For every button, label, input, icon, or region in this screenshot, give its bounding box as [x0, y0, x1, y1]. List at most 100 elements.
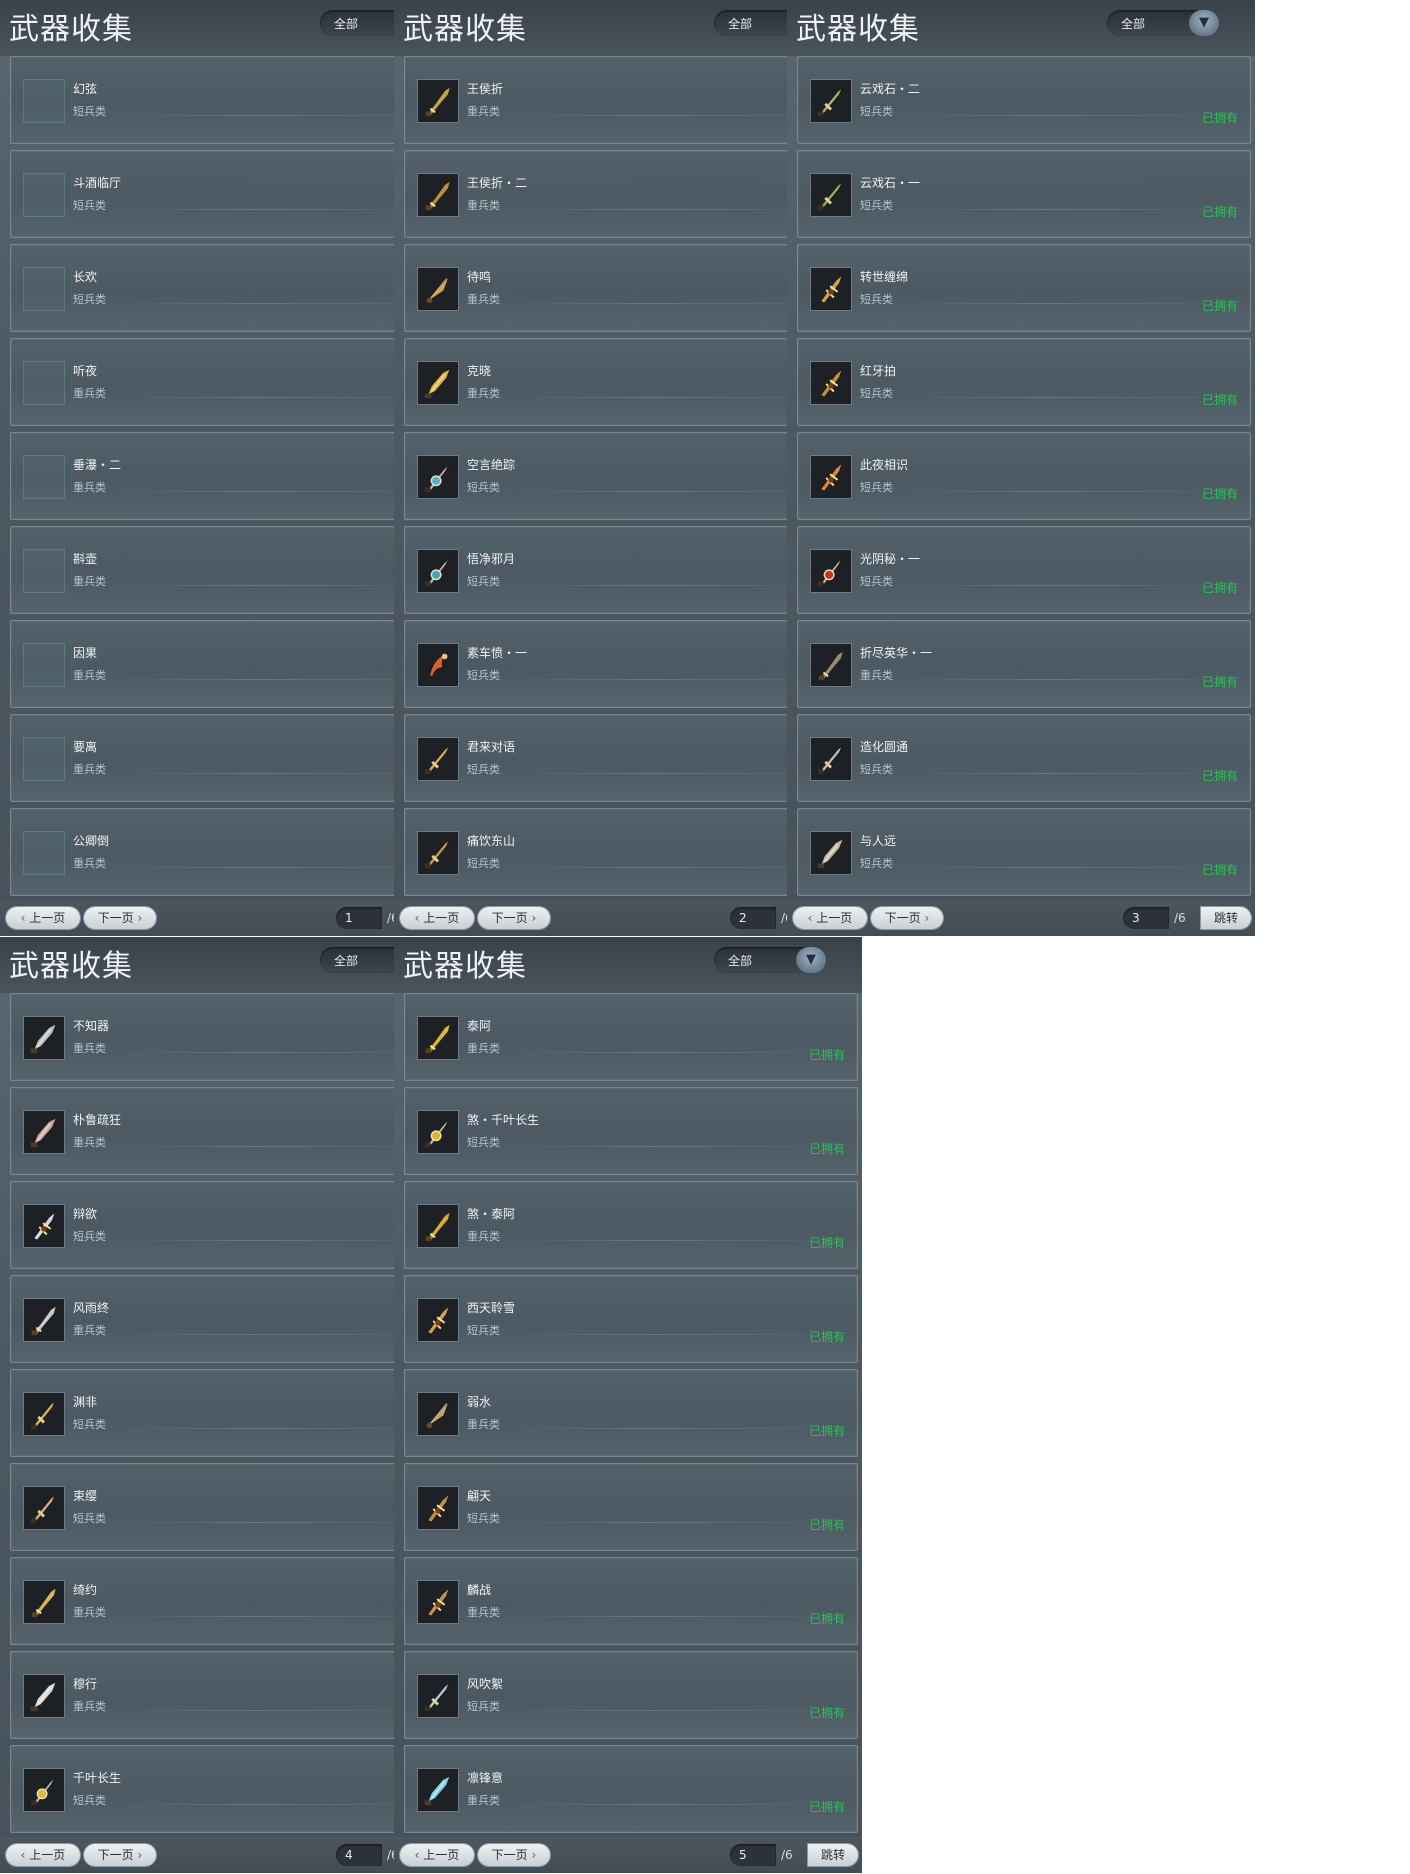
weapon-list-item[interactable]: 云戏石・二 短兵类 已拥有 [797, 56, 1251, 144]
owned-status: 已拥有 [1201, 769, 1238, 783]
gem-dagger-icon [417, 1110, 459, 1154]
weapon-name: 此夜相识 [860, 458, 909, 472]
ornate-blade-icon [23, 1204, 65, 1248]
weapon-type: 重兵类 [860, 669, 893, 682]
weapon-list-item[interactable]: 凛锋意 重兵类 已拥有 [404, 1745, 858, 1833]
jump-button[interactable]: 跳转 [808, 1844, 858, 1866]
chevron-right-icon: › [527, 911, 537, 925]
weapon-list-item[interactable]: 折尽英华・一 重兵类 已拥有 [797, 620, 1251, 708]
weapon-type: 短兵类 [860, 575, 893, 588]
weapon-name: 穆行 [73, 1677, 98, 1691]
chevron-down-icon[interactable]: ▼ [1189, 10, 1219, 36]
weapon-name: 因果 [73, 646, 98, 660]
weapon-list-item[interactable]: 此夜相识 短兵类 已拥有 [797, 432, 1251, 520]
weapon-type: 重兵类 [467, 105, 500, 118]
weapon-type: 短兵类 [73, 1418, 106, 1431]
weapon-list-item[interactable]: 麟战 重兵类 已拥有 [404, 1557, 858, 1645]
jump-button[interactable]: 跳转 [1201, 907, 1251, 929]
weapon-name: 云戏石・一 [860, 176, 921, 190]
weapon-type: 短兵类 [860, 387, 893, 400]
weapon-list-item[interactable]: 云戏石・一 短兵类 已拥有 [797, 150, 1251, 238]
owned-status: 已拥有 [1201, 487, 1238, 501]
dagger-icon [417, 1674, 459, 1718]
next-page-button[interactable]: 下一页 › [84, 907, 156, 929]
page-title: 武器收集 [403, 12, 527, 47]
prev-page-label: 上一页 [29, 911, 66, 925]
chevron-right-icon: › [133, 1848, 143, 1862]
weapon-list-item[interactable]: 风吹絮 短兵类 已拥有 [404, 1651, 858, 1739]
weapon-name: 王侯折・二 [467, 176, 528, 190]
weapon-list-item[interactable]: 弱水 重兵类 已拥有 [404, 1369, 858, 1457]
page-title: 武器收集 [796, 12, 920, 47]
weapon-list-item[interactable]: 煞・泰阿 重兵类 已拥有 [404, 1181, 858, 1269]
weapon-list-item[interactable]: 翩天 短兵类 已拥有 [404, 1463, 858, 1551]
weapon-type: 短兵类 [467, 763, 500, 776]
weapon-name: 待鸣 [467, 270, 492, 284]
category-filter-dropdown[interactable]: 全部 ▼ [714, 947, 826, 973]
weapon-list-item[interactable]: 西天聆雪 短兵类 已拥有 [404, 1275, 858, 1363]
weapon-name: 凛锋意 [467, 1771, 504, 1785]
ornate-blade-icon [810, 267, 852, 311]
weapon-type: 短兵类 [467, 669, 500, 682]
next-page-button[interactable]: 下一页 › [478, 907, 550, 929]
ornate-blade-icon [417, 1486, 459, 1530]
prev-page-label: 上一页 [816, 911, 853, 925]
weapon-type: 短兵类 [73, 1230, 106, 1243]
weapon-name: 素车愤・一 [467, 646, 528, 660]
next-page-button[interactable]: 下一页 › [478, 1844, 550, 1866]
current-page-value: 1 [345, 911, 353, 925]
prev-page-button[interactable]: ‹ 上一页 [6, 907, 80, 929]
weapon-list-item[interactable]: 光阴秘・一 短兵类 已拥有 [797, 526, 1251, 614]
empty-slot-icon [23, 173, 65, 217]
empty-slot-icon [23, 737, 65, 781]
weapon-name: 幻弦 [73, 82, 98, 96]
current-page-value: 2 [739, 911, 747, 925]
weapon-list-item[interactable]: 与人远 短兵类 已拥有 [797, 808, 1251, 896]
weapon-list-item[interactable]: 红牙拍 短兵类 已拥有 [797, 338, 1251, 426]
weapon-name: 西天聆雪 [467, 1301, 516, 1315]
weapon-name: 公卿倒 [73, 834, 110, 848]
chevron-down-icon[interactable]: ▼ [796, 947, 826, 973]
weapon-type: 短兵类 [860, 199, 893, 212]
weapon-list-item[interactable]: 泰阿 重兵类 已拥有 [404, 993, 858, 1081]
page-number-input[interactable]: 4 [336, 1844, 382, 1866]
current-page-value: 4 [345, 1848, 353, 1862]
prev-page-button[interactable]: ‹ 上一页 [793, 907, 867, 929]
weapon-list-item[interactable]: 煞・千叶长生 短兵类 已拥有 [404, 1087, 858, 1175]
chevron-left-icon: ‹ [20, 1848, 30, 1862]
broad-blade-icon [23, 1110, 65, 1154]
hooked-blade-icon [417, 643, 459, 687]
prev-page-button[interactable]: ‹ 上一页 [400, 1844, 474, 1866]
weapon-name: 长欢 [73, 270, 98, 284]
weapon-name: 听夜 [73, 364, 98, 378]
chevron-left-icon: ‹ [414, 1848, 424, 1862]
weapon-type: 短兵类 [860, 857, 893, 870]
page-number-input[interactable]: 5 [730, 1844, 776, 1866]
broad-blade-icon [417, 361, 459, 405]
weapon-type: 短兵类 [467, 481, 500, 494]
weapon-list-item[interactable]: 转世缠绵 短兵类 已拥有 [797, 244, 1251, 332]
heavy-blade-icon [417, 1204, 459, 1248]
weapon-type: 短兵类 [467, 1512, 500, 1525]
prev-page-label: 上一页 [423, 1848, 460, 1862]
weapon-type: 短兵类 [467, 575, 500, 588]
weapon-list-item[interactable]: 造化圆通 短兵类 已拥有 [797, 714, 1251, 802]
next-page-button[interactable]: 下一页 › [84, 1844, 156, 1866]
category-filter-dropdown[interactable]: 全部 ▼ [1107, 10, 1219, 36]
weapon-name: 朴鲁疏狂 [73, 1113, 122, 1127]
owned-status: 已拥有 [1201, 581, 1238, 595]
prev-page-button[interactable]: ‹ 上一页 [400, 907, 474, 929]
prev-page-button[interactable]: ‹ 上一页 [6, 1844, 80, 1866]
page-number-input[interactable]: 1 [336, 907, 382, 929]
weapon-type: 短兵类 [73, 1794, 106, 1807]
page-number-input[interactable]: 2 [730, 907, 776, 929]
owned-status: 已拥有 [808, 1048, 845, 1062]
page-number-input[interactable]: 3 [1123, 907, 1169, 929]
weapon-type: 重兵类 [467, 199, 500, 212]
chevron-right-icon: › [133, 911, 143, 925]
weapon-type: 重兵类 [73, 1136, 106, 1149]
weapon-type: 重兵类 [73, 857, 106, 870]
next-page-button[interactable]: 下一页 › [871, 907, 943, 929]
owned-status: 已拥有 [808, 1424, 845, 1438]
weapon-type: 重兵类 [467, 1794, 500, 1807]
